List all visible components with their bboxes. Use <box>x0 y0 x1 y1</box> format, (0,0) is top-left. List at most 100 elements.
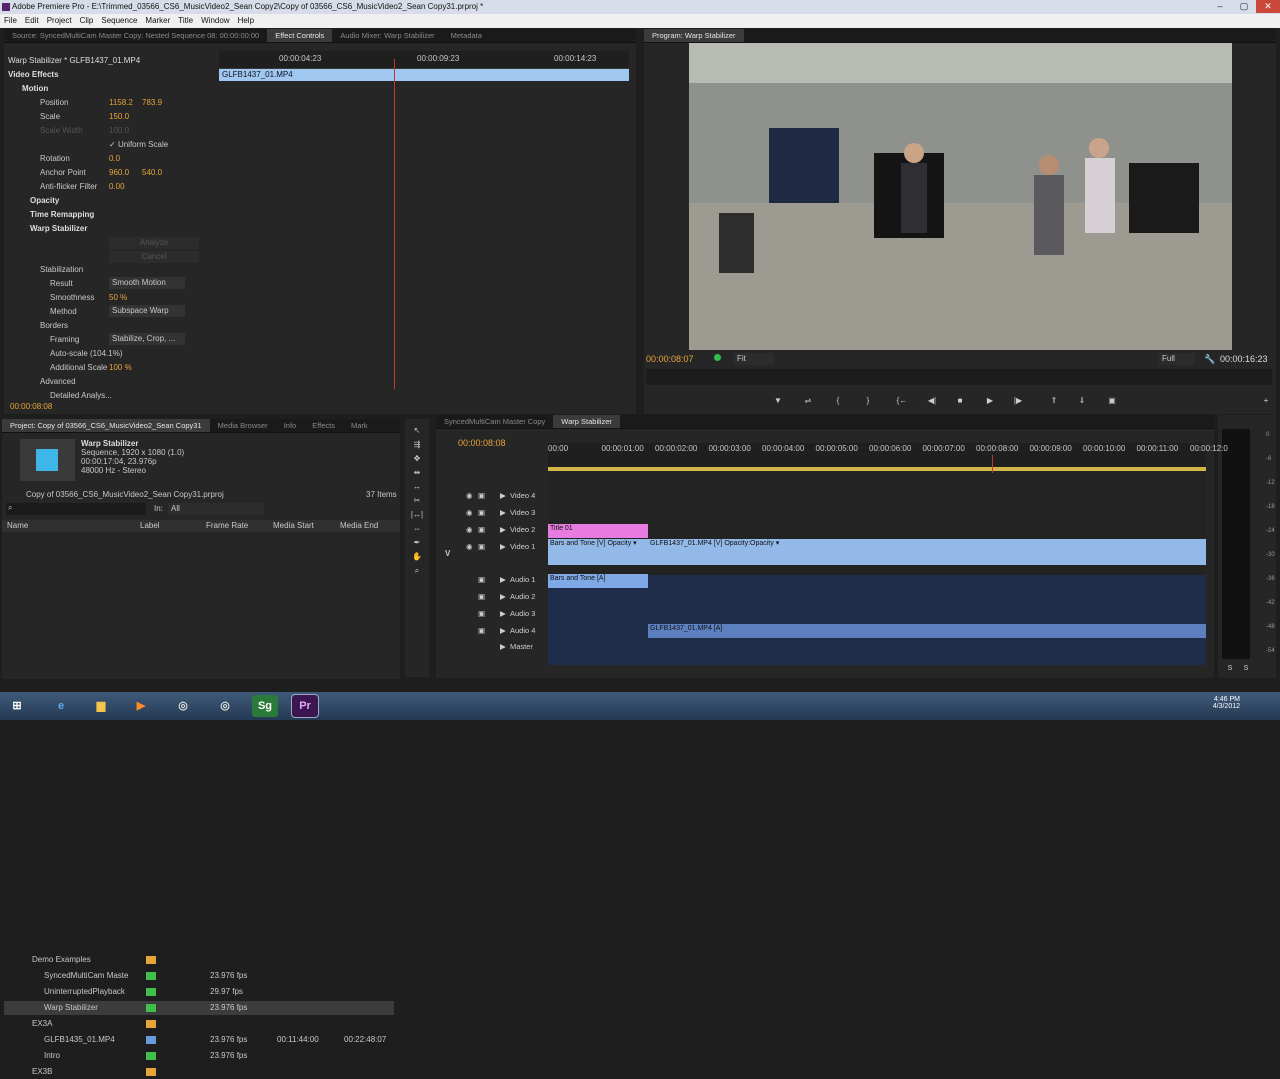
eye-icon[interactable]: ◉ <box>466 522 473 538</box>
extract-icon[interactable]: ⇓ <box>1074 395 1090 407</box>
bars-tone-video-clip[interactable]: Bars and Tone [V] Opacity ▾ <box>548 539 648 565</box>
lock-icon[interactable]: ▣ <box>478 623 485 639</box>
position-y-value[interactable]: 783.9 <box>142 97 162 109</box>
smoothness-value[interactable]: 50 % <box>109 292 127 304</box>
solo-right-button[interactable]: S <box>1238 663 1254 675</box>
menu-project[interactable]: Project <box>43 14 76 28</box>
col-media-end[interactable]: Media End <box>340 520 378 532</box>
anchor-x-value[interactable]: 960.0 <box>109 167 129 179</box>
position-x-value[interactable]: 1158.2 <box>109 97 133 109</box>
solo-left-button[interactable]: S <box>1222 663 1238 675</box>
zoom-fit-dropdown[interactable]: Fit <box>734 353 774 365</box>
lock-icon[interactable]: ▣ <box>478 589 485 605</box>
eye-icon[interactable]: ◉ <box>466 539 473 555</box>
effect-clip-bar[interactable]: GLFB1437_01.MP4 <box>219 69 629 81</box>
wrench-icon[interactable]: 🔧 <box>1204 353 1215 365</box>
minimize-button[interactable]: – <box>1208 0 1232 13</box>
lock-icon[interactable]: ▣ <box>478 572 485 588</box>
tab-markers[interactable]: Mark <box>343 419 376 432</box>
export-frame-icon[interactable]: ▣ <box>1104 395 1120 407</box>
playback-resolution-dropdown[interactable]: Full <box>1159 353 1195 365</box>
tab-effects[interactable]: Effects <box>304 419 343 432</box>
expand-track-icon[interactable]: ▶ <box>500 589 506 605</box>
lift-icon[interactable]: ⇑ <box>1046 395 1062 407</box>
advanced-group[interactable]: Advanced <box>40 376 76 388</box>
pen-tool-icon[interactable]: ✒ <box>409 537 425 549</box>
warp-stabilizer-effect[interactable]: Warp Stabilizer <box>30 223 88 235</box>
motion-effect[interactable]: Motion <box>22 83 48 95</box>
cancel-button[interactable]: Cancel <box>109 251 199 263</box>
ripple-edit-tool-icon[interactable]: ✥ <box>409 453 425 465</box>
track-header[interactable]: ◉ ▣ ▶ Video 4 <box>438 488 548 504</box>
expand-track-icon[interactable]: ▶ <box>500 606 506 622</box>
expand-track-icon[interactable]: ▶ <box>500 639 506 655</box>
expand-track-icon[interactable]: ▶ <box>500 623 506 639</box>
program-scrub-bar[interactable] <box>646 369 1272 385</box>
mark-in-icon[interactable]: { <box>830 395 846 407</box>
zoom-tool-icon[interactable]: ⌕ <box>409 565 425 577</box>
program-video-frame[interactable] <box>689 43 1232 350</box>
scale-value[interactable]: 150.0 <box>109 111 129 123</box>
project-list-item[interactable]: Warp Stabilizer 23.976 fps <box>4 1001 394 1015</box>
project-list-item[interactable]: Demo Examples <box>4 953 394 967</box>
slide-tool-icon[interactable]: ⇔ <box>409 523 425 535</box>
lock-icon[interactable]: ▣ <box>478 505 485 521</box>
search-input[interactable]: ⌕ <box>6 503 146 515</box>
track-header[interactable]: ◉ ▣ ▶ Video 1 <box>438 539 548 555</box>
add-button-icon[interactable]: + <box>1258 395 1274 407</box>
col-name[interactable]: Name <box>7 520 28 532</box>
tab-effect-controls[interactable]: Effect Controls <box>267 29 333 42</box>
result-dropdown[interactable]: Smooth Motion <box>109 277 185 289</box>
selection-tool-icon[interactable]: ↖ <box>409 425 425 437</box>
work-area-bar[interactable] <box>548 467 1206 471</box>
col-frame-rate[interactable]: Frame Rate <box>206 520 248 532</box>
track-header[interactable]: ▣ ▶ Audio 3 <box>438 606 548 622</box>
program-playhead-timecode[interactable]: 00:00:08:07 <box>646 353 694 365</box>
timeline-timecode[interactable]: 00:00:08:08 <box>458 437 506 449</box>
go-to-in-icon[interactable]: {← <box>894 395 910 407</box>
premiere-taskbar-icon[interactable]: Pr <box>291 694 319 718</box>
track-header[interactable]: ▣ ▶ Audio 2 <box>438 589 548 605</box>
file-explorer-icon[interactable]: ▆ <box>88 695 114 717</box>
analyze-button[interactable]: Analyze <box>109 237 199 249</box>
slip-tool-icon[interactable]: |↔| <box>409 509 425 521</box>
expand-track-icon[interactable]: ▶ <box>500 505 506 521</box>
glfb-audio-clip[interactable]: GLFB1437_01.MP4 [A] <box>648 624 1206 638</box>
track-header[interactable]: ▣ ▶ Audio 1 <box>438 572 548 588</box>
title-clip[interactable]: Title 01 <box>548 524 648 538</box>
rotation-value[interactable]: 0.0 <box>109 153 120 165</box>
mark-clip-icon[interactable]: ⇌ <box>800 395 816 407</box>
menu-clip[interactable]: Clip <box>76 14 98 28</box>
menu-edit[interactable]: Edit <box>21 14 43 28</box>
tab-multicam-sequence[interactable]: SyncedMultiCam Master Copy <box>436 415 553 428</box>
tab-media-browser[interactable]: Media Browser <box>210 419 276 432</box>
project-list-item[interactable]: EX3A <box>4 1017 394 1031</box>
anti-flicker-value[interactable]: 0.00 <box>109 181 125 193</box>
tab-info[interactable]: Info <box>276 419 305 432</box>
time-remapping-effect[interactable]: Time Remapping <box>30 209 94 221</box>
mark-out-icon[interactable]: } <box>860 395 876 407</box>
lock-icon[interactable]: ▣ <box>478 606 485 622</box>
expand-track-icon[interactable]: ▶ <box>500 572 506 588</box>
bars-opacity-dropdown[interactable]: Opacity ▾ <box>607 540 636 547</box>
menu-sequence[interactable]: Sequence <box>97 14 141 28</box>
app-icon-2[interactable]: ◎ <box>212 695 238 717</box>
play-icon[interactable]: ▶ <box>982 395 998 407</box>
project-list-item[interactable]: EX3B <box>4 1065 394 1079</box>
uniform-scale-checkbox[interactable]: ✓ Uniform Scale <box>109 139 168 151</box>
track-header[interactable]: ◉ ▣ ▶ Video 2 <box>438 522 548 538</box>
glfb-opacity-dropdown[interactable]: Opacity:Opacity ▾ <box>724 540 779 547</box>
project-list-item[interactable]: UninterruptedPlayback 29.97 fps <box>4 985 394 999</box>
opacity-effect[interactable]: Opacity <box>30 195 59 207</box>
tab-audio-mixer[interactable]: Audio Mixer: Warp Stabilizer <box>332 29 442 42</box>
expand-track-icon[interactable]: ▶ <box>500 522 506 538</box>
effect-timecode[interactable]: 00:00:08:08 <box>10 401 52 413</box>
tab-program[interactable]: Program: Warp Stabilizer <box>644 29 744 42</box>
menu-help[interactable]: Help <box>234 14 258 28</box>
clock[interactable]: 4:46 PM 4/3/2012 <box>1213 696 1240 710</box>
lock-icon[interactable]: ▣ <box>478 488 485 504</box>
start-button-icon[interactable]: ⊞ <box>4 695 30 717</box>
tab-metadata[interactable]: Metadata <box>443 29 490 42</box>
project-list-item[interactable]: SyncedMultiCam Maste 23.976 fps <box>4 969 394 983</box>
tab-project[interactable]: Project: Copy of 03566_CS6_MusicVideo2_S… <box>2 419 210 432</box>
